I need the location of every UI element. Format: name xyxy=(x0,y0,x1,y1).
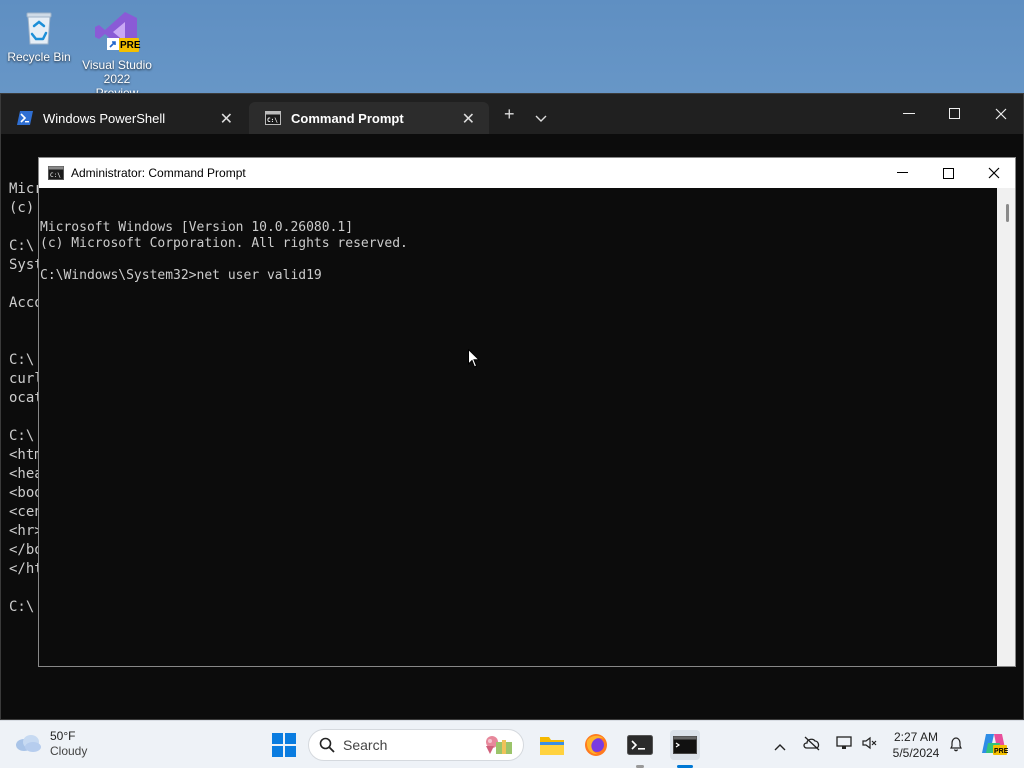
file-explorer-icon[interactable] xyxy=(538,731,566,759)
cmd-title-bar[interactable]: C:\ Administrator: Command Prompt xyxy=(39,158,1015,188)
weather-temp: 50°F xyxy=(50,729,76,743)
svg-text:C:\: C:\ xyxy=(50,172,61,179)
desktop-icon-visual-studio[interactable]: PRE Visual Studio 2022 Preview xyxy=(81,8,153,100)
tab-windows-powershell[interactable]: Windows PowerShell ✕ xyxy=(1,102,247,134)
mouse-cursor-icon xyxy=(468,348,481,373)
copilot-icon[interactable]: PRE xyxy=(980,731,1009,760)
recycle-bin-icon xyxy=(19,8,59,48)
search-highlight-icon xyxy=(483,734,515,756)
volume-muted-icon[interactable] xyxy=(861,735,877,754)
desktop-icon-recycle-bin[interactable]: Recycle Bin xyxy=(3,8,75,64)
admin-cmd-window: C:\ Administrator: Command Prompt Micros… xyxy=(38,157,1016,667)
output-line: Microsoft Windows [Version 10.0.26080.1] xyxy=(40,220,354,235)
terminal-icon[interactable] xyxy=(626,731,654,759)
tab-label: Command Prompt xyxy=(291,110,404,126)
new-tab-button[interactable]: + xyxy=(504,104,515,125)
close-button[interactable] xyxy=(978,100,1024,128)
powershell-icon xyxy=(17,110,33,126)
search-icon xyxy=(319,737,335,753)
terminal-tab-bar: Windows PowerShell ✕ C:\ Command Prompt … xyxy=(1,94,1023,134)
minimize-button[interactable] xyxy=(879,158,925,188)
start-button[interactable] xyxy=(270,731,298,759)
svg-text:PRE: PRE xyxy=(994,748,1008,755)
onedrive-offline-icon[interactable] xyxy=(803,735,821,754)
search-placeholder: Search xyxy=(343,737,388,753)
weather-condition: Cloudy xyxy=(50,744,88,758)
close-icon[interactable]: ✕ xyxy=(462,109,475,129)
scrollbar[interactable] xyxy=(997,188,1015,666)
output-line: (c) Microsoft Corporation. All rights re… xyxy=(40,236,408,251)
system-clock[interactable]: 2:27 AM 5/5/2024 xyxy=(884,729,948,761)
taskbar-search[interactable]: Search xyxy=(308,729,524,761)
minimize-button[interactable] xyxy=(886,100,932,128)
chevron-up-icon[interactable] xyxy=(774,738,786,754)
scrollbar-thumb[interactable] xyxy=(1006,204,1009,222)
tab-command-prompt[interactable]: C:\ Command Prompt ✕ xyxy=(249,102,489,134)
cmd-taskbar-icon[interactable] xyxy=(670,730,700,760)
cmd-output[interactable]: Microsoft Windows [Version 10.0.26080.1]… xyxy=(39,188,997,666)
clock-time: 2:27 AM xyxy=(893,730,939,744)
maximize-button[interactable] xyxy=(932,100,978,128)
cloud-icon xyxy=(14,733,42,756)
close-icon[interactable]: ✕ xyxy=(220,109,233,129)
clock-date: 5/5/2024 xyxy=(892,746,940,760)
maximize-button[interactable] xyxy=(925,158,971,188)
taskbar: 50°F Cloudy Search 2:27 AM 5/5/2024 PRE xyxy=(0,720,1024,768)
svg-text:C:\: C:\ xyxy=(267,117,278,124)
desktop-icon-label: Recycle Bin xyxy=(7,50,71,64)
weather-widget[interactable]: 50°F Cloudy xyxy=(14,729,87,759)
network-icon[interactable] xyxy=(836,735,852,754)
output-line: C:\Windows\System32>net user valid19 xyxy=(40,268,322,283)
close-button[interactable] xyxy=(971,158,1017,188)
visual-studio-icon: PRE xyxy=(93,8,141,56)
chevron-down-icon[interactable] xyxy=(535,107,547,128)
windows-logo-icon xyxy=(272,733,296,757)
notification-bell-icon[interactable] xyxy=(948,736,964,755)
firefox-icon[interactable] xyxy=(582,731,610,759)
cmd-icon: C:\ xyxy=(265,110,281,126)
cmd-icon: C:\ xyxy=(48,166,64,180)
tab-label: Windows PowerShell xyxy=(43,110,166,126)
window-title: Administrator: Command Prompt xyxy=(71,166,246,180)
preview-badge: PRE xyxy=(120,40,141,51)
